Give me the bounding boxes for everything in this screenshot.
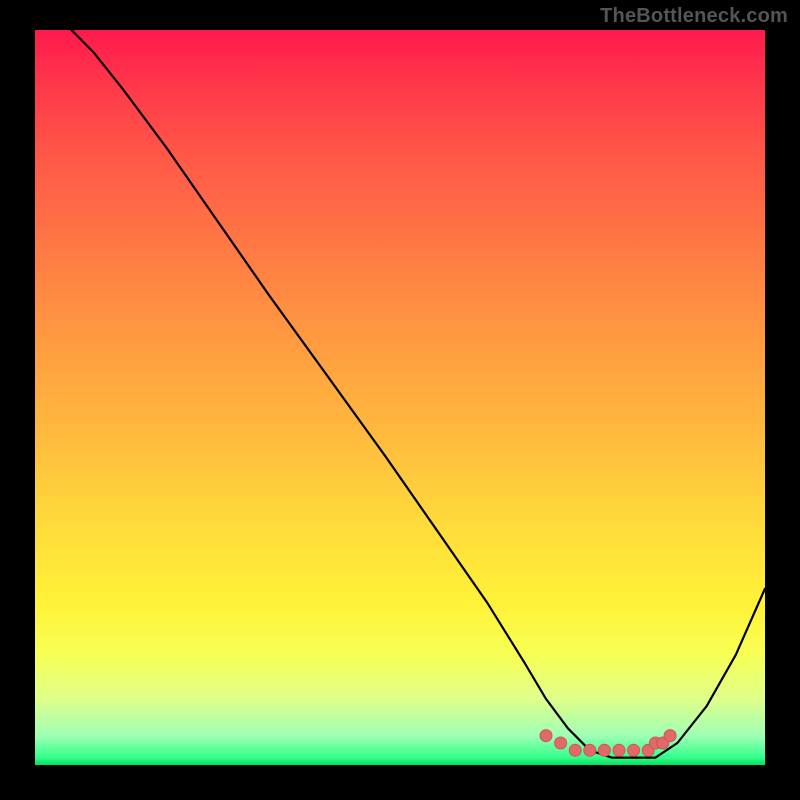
bottleneck-curve [72, 30, 766, 758]
optimal-marker [598, 744, 610, 756]
optimal-marker [613, 744, 625, 756]
chart-overlay [35, 30, 765, 765]
optimal-range-markers [540, 730, 676, 757]
optimal-marker [569, 744, 581, 756]
optimal-marker [540, 730, 552, 742]
watermark-text: TheBottleneck.com [600, 5, 788, 28]
optimal-marker [628, 744, 640, 756]
optimal-marker [664, 730, 676, 742]
optimal-marker [555, 737, 567, 749]
optimal-marker [584, 744, 596, 756]
chart-container: TheBottleneck.com [0, 0, 800, 800]
